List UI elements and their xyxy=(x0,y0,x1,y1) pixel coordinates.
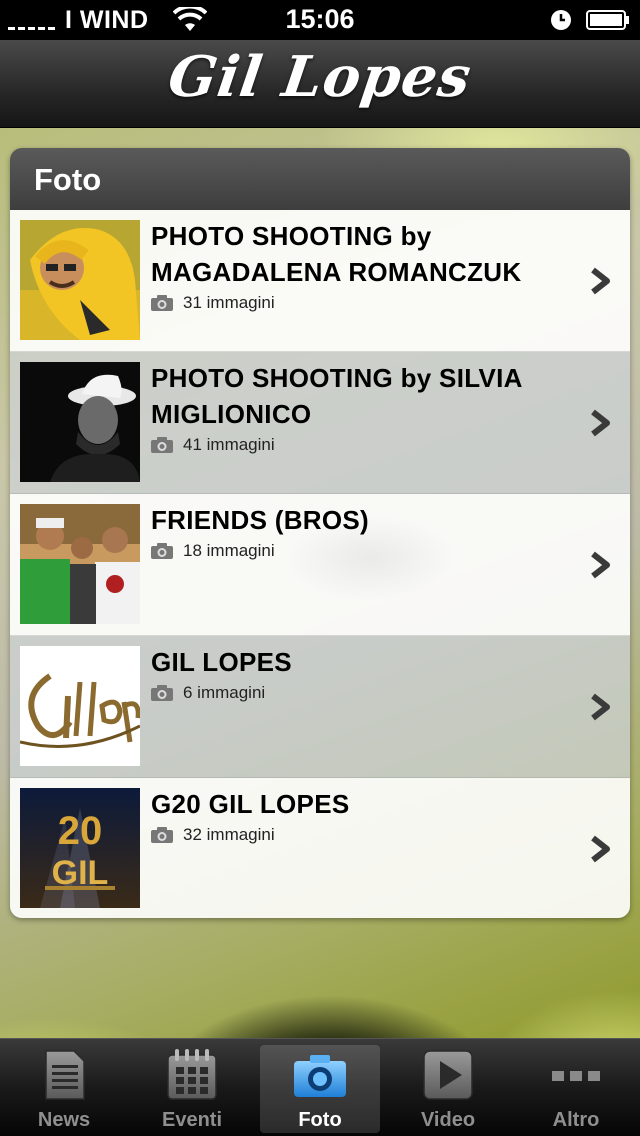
album-title: FRIENDS (BROS) xyxy=(151,505,369,535)
camera-icon xyxy=(151,543,173,559)
album-count: 6 immagini xyxy=(151,683,265,703)
tab-bar: News Eventi Foto Video Altro xyxy=(0,1038,640,1136)
album-row[interactable]: PHOTO SHOOTING by SILVIA MIGLIONICO 41 i… xyxy=(10,352,630,494)
tab-label: Altro xyxy=(552,1109,600,1131)
album-thumbnail xyxy=(20,362,140,482)
album-count-label: 18 immagini xyxy=(183,541,275,560)
camera-icon xyxy=(151,685,173,701)
album-count: 18 immagini xyxy=(151,541,275,561)
album-row[interactable]: PHOTO SHOOTING by MAGADALENA ROMANCZUK 3… xyxy=(10,210,630,352)
album-row[interactable]: FRIENDS (BROS) 18 immagini xyxy=(10,494,630,636)
album-count-label: 6 immagini xyxy=(183,683,266,702)
album-title: G20 GIL LOPES xyxy=(151,789,350,819)
calendar-icon xyxy=(167,1049,217,1100)
album-thumbnail xyxy=(20,220,140,340)
album-count-label: 41 immagini xyxy=(183,435,275,454)
tab-altro[interactable]: Altro xyxy=(516,1045,636,1133)
album-count-label: 31 immagini xyxy=(183,293,275,312)
tab-label: News xyxy=(37,1109,91,1131)
album-title: PHOTO SHOOTING by MAGADALENA ROMANCZUK xyxy=(151,221,522,287)
app-title: Gil Lopes xyxy=(164,44,476,110)
tab-foto[interactable]: Foto xyxy=(260,1045,380,1133)
status-bar: I WIND 15:06 xyxy=(0,0,640,40)
battery-icon xyxy=(586,10,629,30)
album-thumbnail: 20 GIL xyxy=(20,788,140,908)
status-right xyxy=(550,6,630,34)
chevron-right-icon[interactable] xyxy=(590,693,612,721)
tab-video[interactable]: Video xyxy=(388,1045,508,1133)
album-count: 41 immagini xyxy=(151,435,275,455)
tab-eventi[interactable]: Eventi xyxy=(132,1045,252,1133)
section-title: Foto xyxy=(10,148,630,210)
tab-label: Eventi xyxy=(161,1109,223,1131)
camera-icon xyxy=(151,295,173,311)
album-row[interactable]: 20 GIL G20 GIL LOPES 32 immagini xyxy=(10,778,630,918)
chevron-right-icon[interactable] xyxy=(590,267,612,295)
album-thumbnail xyxy=(20,646,140,766)
tab-label: Foto xyxy=(298,1109,342,1131)
nav-bar: Gil Lopes xyxy=(0,40,640,128)
news-icon xyxy=(45,1050,85,1100)
play-icon xyxy=(423,1050,473,1100)
tab-label: Video xyxy=(420,1109,476,1131)
album-title: PHOTO SHOOTING by SILVIA MIGLIONICO xyxy=(151,363,522,429)
album-title: GIL LOPES xyxy=(151,647,292,677)
thumbnail-number: 20 xyxy=(58,809,103,853)
alarm-clock-icon xyxy=(551,10,571,30)
chevron-right-icon[interactable] xyxy=(590,409,612,437)
album-row[interactable]: GIL LOPES 6 immagini xyxy=(10,636,630,778)
camera-icon xyxy=(294,1055,346,1097)
camera-icon xyxy=(151,827,173,843)
more-icon xyxy=(552,1071,600,1081)
chevron-right-icon[interactable] xyxy=(590,835,612,863)
camera-icon xyxy=(151,437,173,453)
album-thumbnail xyxy=(20,504,140,624)
album-count-label: 32 immagini xyxy=(183,825,275,844)
tab-news[interactable]: News xyxy=(4,1045,124,1133)
album-list-card: Foto PHOTO SHOOTING by MAGADALENA ROMANC… xyxy=(10,148,630,918)
album-count: 31 immagini xyxy=(151,293,275,313)
album-count: 32 immagini xyxy=(151,825,275,845)
chevron-right-icon[interactable] xyxy=(590,551,612,579)
status-time: 15:06 xyxy=(285,4,355,34)
